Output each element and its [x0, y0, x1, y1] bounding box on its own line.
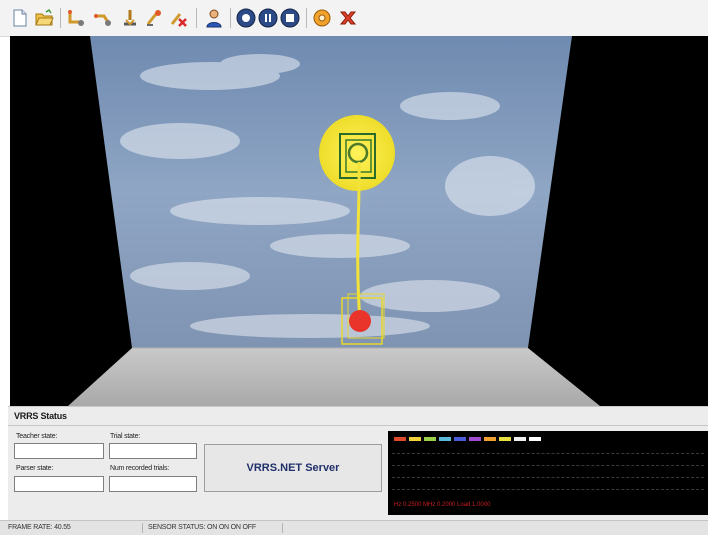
3d-viewport[interactable] [10, 36, 708, 406]
graph-series-swatch [439, 437, 451, 441]
trial-state-field [109, 443, 197, 459]
status-bar: FRAME RATE: 40.55 SENSOR STATUS: ON ON O… [0, 520, 708, 535]
trial-state-label: Trial state: [110, 433, 141, 440]
vrrs-net-server-button[interactable]: VRRS.NET Server [204, 444, 382, 492]
open-folder-icon[interactable] [34, 8, 54, 28]
record-icon[interactable] [236, 8, 256, 28]
num-recorded-trials-label: Num recorded trials: [110, 465, 170, 472]
graph-readout: Hz 0.2500 MHz 0.2000 Load 1.0000 [394, 502, 491, 508]
graph-series-swatch [484, 437, 496, 441]
pause-icon[interactable] [258, 8, 278, 28]
stop-icon[interactable] [280, 8, 300, 28]
graph-series-swatch [469, 437, 481, 441]
exit-icon[interactable] [338, 8, 358, 28]
tool-arm-alt-icon[interactable] [92, 8, 112, 28]
tool-remove-icon[interactable] [168, 8, 188, 28]
teacher-state-label: Teacher state: [16, 433, 58, 440]
graph-series-swatch [409, 437, 421, 441]
parser-state-field [14, 476, 104, 492]
graph-series-swatch [424, 437, 436, 441]
tool-grab-icon[interactable] [144, 8, 164, 28]
graph-series-swatch [454, 437, 466, 441]
frame-rate-text: FRAME RATE: 40.55 [8, 524, 71, 531]
user-icon[interactable] [204, 8, 224, 28]
graph-series-swatch [499, 437, 511, 441]
sensor-status-text: SENSOR STATUS: ON ON ON OFF [148, 524, 256, 531]
teacher-state-field [14, 443, 104, 459]
panel-title: VRRS Status [14, 411, 67, 421]
graph-series-swatch [514, 437, 526, 441]
settings-icon[interactable] [312, 8, 332, 28]
parser-state-label: Parser state: [16, 465, 54, 472]
graph-series-swatch [529, 437, 541, 441]
tool-arm-icon[interactable] [66, 8, 86, 28]
hand-marker [349, 310, 371, 332]
signal-graph: Hz 0.2500 MHz 0.2000 Load 1.0000 [388, 431, 708, 515]
floor [68, 348, 600, 406]
new-file-icon[interactable] [10, 8, 30, 28]
tool-reach-icon[interactable] [120, 8, 140, 28]
target-sphere [319, 115, 395, 191]
toolbar [0, 0, 708, 37]
graph-series-swatch [394, 437, 406, 441]
num-recorded-trials-field [109, 476, 197, 492]
vrrs-status-panel: VRRS Status Teacher state: Trial state: … [8, 406, 708, 521]
